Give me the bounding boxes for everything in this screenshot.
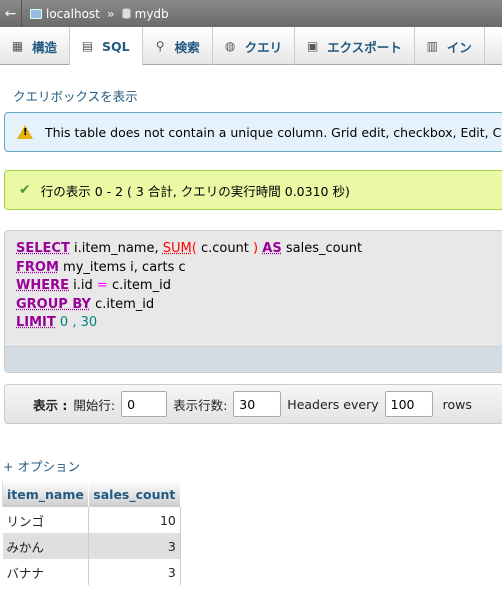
sql-text: c.item_id [95, 296, 155, 312]
tab-sql[interactable]: ▤ SQL [70, 27, 143, 66]
notice-message: This table does not contain a unique col… [4, 112, 502, 152]
table-header-row: item_name sales_count [2, 481, 181, 507]
sql-keyword: SELECT [16, 241, 70, 256]
tab-label: SQL [102, 38, 130, 54]
checkmark-icon: ✔ [19, 182, 31, 198]
show-query-box-link[interactable]: クエリボックスを表示 [13, 86, 138, 105]
sql-line: LIMIT 0 , 30 [16, 314, 502, 333]
sql-keyword: WHERE [16, 278, 69, 293]
rows-suffix-label: rows [442, 396, 472, 412]
tab-structure[interactable]: ▦ 構造 [0, 27, 71, 65]
headers-every-label: Headers every [287, 396, 379, 412]
server-icon [30, 8, 42, 19]
tab-label: クエリ [244, 39, 283, 55]
sql-paren: ) [253, 241, 259, 256]
tab-export[interactable]: ▣ エクスポート [295, 27, 415, 65]
tab-label: 検索 [174, 39, 200, 55]
breadcrumb-server[interactable]: localhost [46, 7, 100, 21]
sql-keyword: FROM [16, 259, 59, 275]
breadcrumb-bar: ← localhost » mydb [0, 0, 502, 27]
sql-code: SELECT i.item_name, SUM( c.count ) AS sa… [5, 231, 502, 333]
table-cell: 10 [88, 507, 181, 533]
sql-text: c.item_id [111, 278, 171, 293]
table-cell: 3 [88, 533, 181, 559]
sql-line: GROUP BY c.item_id [16, 296, 502, 315]
table-cell: 3 [88, 559, 181, 585]
table-cell: バナナ [2, 559, 89, 585]
table-row: みかん 3 [2, 533, 181, 559]
query-icon: ◍ [224, 39, 236, 53]
sql-number: 0 [59, 315, 69, 330]
sql-box-footer [5, 346, 502, 372]
sql-text: i.id [73, 278, 93, 293]
sql-keyword: AS [262, 241, 282, 256]
tab-bar: ▦ 構造 ▤ SQL ⚲ 検索 ◍ クエリ ▣ エクスポート ▥ イン [0, 27, 502, 66]
warning-icon [17, 125, 33, 139]
sql-comma: , [72, 315, 77, 330]
tab-label: イン [446, 39, 472, 55]
back-arrow-icon[interactable]: ← [0, 0, 22, 27]
sql-text: sales_count [285, 241, 363, 256]
sql-paren: ( [191, 241, 197, 256]
table-row: リンゴ 10 [2, 507, 181, 533]
sql-line: WHERE i.id = c.item_id [16, 277, 502, 296]
breadcrumb-database[interactable]: mydb [135, 7, 169, 21]
import-icon: ▥ [426, 39, 438, 53]
tab-search[interactable]: ⚲ 検索 [143, 27, 213, 65]
notice-text: This table does not contain a unique col… [45, 124, 502, 140]
tab-label: エクスポート [327, 39, 402, 55]
success-message: ✔ 行の表示 0 - 2 ( 3 合計, クエリの実行時間 0.0310 秒) [4, 170, 502, 210]
headers-every-input[interactable] [384, 391, 433, 417]
breadcrumb: localhost » mydb [30, 7, 169, 21]
sql-keyword: GROUP BY [16, 296, 91, 312]
sql-number: 30 [80, 315, 98, 330]
sql-line: SELECT i.item_name, SUM( c.count ) AS sa… [16, 240, 502, 259]
database-icon [121, 8, 131, 19]
column-header-item-name[interactable]: item_name [2, 481, 89, 507]
structure-icon: ▦ [11, 39, 24, 53]
options-link[interactable]: + オプション [3, 456, 80, 475]
sql-keyword: LIMIT [16, 315, 56, 330]
breadcrumb-separator: » [106, 6, 115, 21]
sql-text: c.count [200, 241, 249, 256]
table-row: バナナ 3 [2, 559, 181, 585]
rows-count-input[interactable] [233, 391, 282, 417]
export-icon: ▣ [306, 39, 319, 53]
tab-label: 構造 [32, 39, 58, 55]
tab-query[interactable]: ◍ クエリ [213, 27, 296, 65]
sql-operator: = [96, 278, 108, 293]
rows-count-label: 表示行数: [173, 397, 228, 413]
search-icon: ⚲ [155, 39, 165, 53]
success-text: 行の表示 0 - 2 ( 3 合計, クエリの実行時間 0.0310 秒) [40, 183, 350, 199]
table-cell: みかん [2, 533, 89, 559]
sql-text: i.item_name, [73, 241, 159, 256]
start-row-label: 開始行: [73, 397, 116, 413]
sql-line: FROM my_items i, carts c [16, 259, 502, 278]
navigation-bar: 表示 : 開始行: 表示行数: Headers every rows [4, 384, 502, 424]
nav-label: 表示 : [33, 397, 68, 413]
column-header-sales-count[interactable]: sales_count [87, 481, 181, 507]
start-row-input[interactable] [121, 391, 168, 417]
sql-function: SUM [162, 241, 192, 256]
table-cell: リンゴ [2, 507, 89, 533]
result-table: item_name sales_count リンゴ 10 みかん 3 バナナ 3 [2, 481, 181, 585]
sql-icon: ▤ [81, 39, 94, 53]
tab-import[interactable]: ▥ イン [415, 27, 485, 65]
sql-query-box: SELECT i.item_name, SUM( c.count ) AS sa… [4, 230, 502, 373]
sql-text: my_items i, carts c [63, 259, 186, 275]
